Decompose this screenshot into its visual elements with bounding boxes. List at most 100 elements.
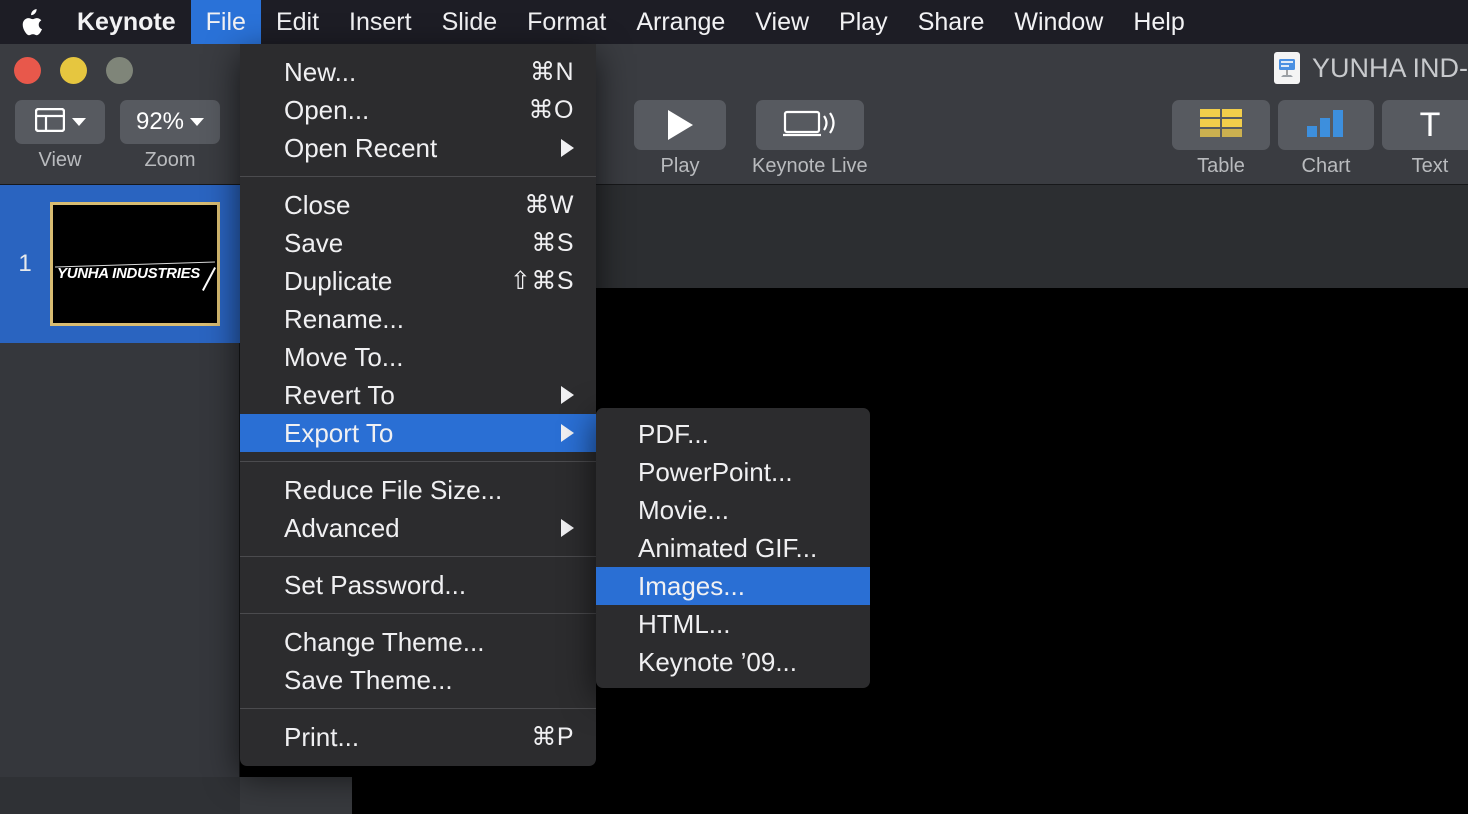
keynote-live-label: Keynote Live <box>752 155 868 177</box>
menu-item-label: HTML... <box>638 608 731 639</box>
play-control: Play <box>634 100 726 176</box>
menu-item-label: Revert To <box>284 379 395 410</box>
menu-item-new[interactable]: New... ⌘N <box>240 53 596 91</box>
chart-button[interactable] <box>1278 100 1374 150</box>
chart-control: Chart <box>1278 100 1374 176</box>
submenu-item-movie[interactable]: Movie... <box>596 491 870 529</box>
slide-preview[interactable]: YUNHA INDUSTRIES <box>50 202 220 326</box>
menu-separator <box>240 556 596 557</box>
submenu-item-pdf[interactable]: PDF... <box>596 415 870 453</box>
submenu-item-powerpoint[interactable]: PowerPoint... <box>596 453 870 491</box>
keynote-live-button[interactable] <box>755 100 864 150</box>
menu-item-change-theme[interactable]: Change Theme... <box>240 623 596 661</box>
menu-edit[interactable]: Edit <box>261 0 334 44</box>
navigator-footer <box>0 777 240 814</box>
menu-item-label: Save Theme... <box>284 664 453 695</box>
zoom-label: Zoom <box>144 149 196 171</box>
layout-panels-icon <box>34 107 65 137</box>
menu-item-label: Movie... <box>638 494 730 525</box>
menu-item-label: Images... <box>638 570 745 601</box>
minimize-button[interactable] <box>60 57 87 84</box>
menu-item-open[interactable]: Open... ⌘O <box>240 91 596 129</box>
menu-item-label: Duplicate <box>284 265 393 296</box>
menu-item-revert-to[interactable]: Revert To <box>240 376 596 414</box>
menu-separator <box>240 176 596 177</box>
menu-item-label: Keynote ’09... <box>638 646 797 677</box>
menu-separator <box>240 708 596 709</box>
table-grid-icon <box>1199 108 1243 143</box>
menu-item-label: PowerPoint... <box>638 456 793 487</box>
menu-share[interactable]: Share <box>903 0 1000 44</box>
menu-item-move-to[interactable]: Move To... <box>240 338 596 376</box>
menu-item-label: Advanced <box>284 512 400 543</box>
text-t-icon: T <box>1419 105 1441 144</box>
menu-file[interactable]: File <box>190 0 261 44</box>
menu-insert[interactable]: Insert <box>334 0 427 44</box>
zoom-button[interactable]: 92% <box>120 100 220 144</box>
document-title[interactable]: YUNHA IND- <box>1273 52 1468 84</box>
menu-window[interactable]: Window <box>999 0 1118 44</box>
menu-item-save[interactable]: Save ⌘S <box>240 224 596 262</box>
submenu-arrow-icon <box>561 424 574 442</box>
play-triangle-icon <box>667 110 693 140</box>
table-button[interactable] <box>1172 100 1270 150</box>
menu-item-shortcut: ⌘S <box>531 229 574 257</box>
menu-item-duplicate[interactable]: Duplicate ⇧⌘S <box>240 262 596 300</box>
menu-format[interactable]: Format <box>512 0 621 44</box>
play-button[interactable] <box>634 100 726 150</box>
menu-item-label: Set Password... <box>284 569 467 600</box>
menu-arrange[interactable]: Arrange <box>621 0 740 44</box>
menu-item-export-to[interactable]: Export To <box>240 414 596 452</box>
file-dropdown-menu[interactable]: New... ⌘N Open... ⌘O Open Recent Close ⌘… <box>240 44 596 766</box>
menu-item-rename[interactable]: Rename... <box>240 300 596 338</box>
menu-item-label: Save <box>284 227 344 258</box>
submenu-item-keynote-09[interactable]: Keynote ’09... <box>596 643 870 681</box>
menu-bar: Keynote File Edit Insert Slide Format Ar… <box>0 0 1468 44</box>
submenu-item-images[interactable]: Images... <box>596 567 870 605</box>
menu-item-reduce-file-size[interactable]: Reduce File Size... <box>240 471 596 509</box>
submenu-item-animated-gif[interactable]: Animated GIF... <box>596 529 870 567</box>
submenu-item-html[interactable]: HTML... <box>596 605 870 643</box>
display-broadcast-icon <box>782 108 837 143</box>
export-to-submenu[interactable]: PDF... PowerPoint... Movie... Animated G… <box>596 408 870 688</box>
apple-logo-icon[interactable] <box>0 0 62 44</box>
menu-help[interactable]: Help <box>1118 0 1199 44</box>
menu-play[interactable]: Play <box>824 0 903 44</box>
maximize-button[interactable] <box>106 57 133 84</box>
text-control: T Text <box>1382 100 1468 176</box>
menu-item-shortcut: ⌘P <box>531 723 574 751</box>
menu-view[interactable]: View <box>740 0 824 44</box>
slide-title-text: YUNHA INDUSTRIES <box>57 265 200 282</box>
view-control: View <box>15 100 105 170</box>
close-button[interactable] <box>14 57 41 84</box>
menu-item-shortcut: ⇧⌘S <box>509 267 574 295</box>
menu-separator <box>240 613 596 614</box>
view-button[interactable] <box>15 100 105 144</box>
menu-item-open-recent[interactable]: Open Recent <box>240 129 596 167</box>
submenu-arrow-icon <box>561 139 574 157</box>
menu-item-save-theme[interactable]: Save Theme... <box>240 661 596 699</box>
menu-slide[interactable]: Slide <box>427 0 513 44</box>
slide-navigator[interactable]: 1 YUNHA INDUSTRIES <box>0 185 240 814</box>
chevron-down-icon <box>190 118 205 126</box>
canvas-footer-strip <box>240 777 352 814</box>
menu-item-label: Print... <box>284 721 360 752</box>
menu-item-set-password[interactable]: Set Password... <box>240 566 596 604</box>
submenu-arrow-icon <box>561 519 574 537</box>
menu-item-label: Change Theme... <box>284 626 485 657</box>
menu-item-print[interactable]: Print... ⌘P <box>240 718 596 756</box>
menu-item-label: Rename... <box>284 303 404 334</box>
menu-item-label: New... <box>284 56 357 87</box>
menu-keynote[interactable]: Keynote <box>62 0 191 44</box>
slide-thumbnail-item[interactable]: 1 YUNHA INDUSTRIES <box>0 185 240 343</box>
menu-item-close[interactable]: Close ⌘W <box>240 186 596 224</box>
menu-item-label: PDF... <box>638 418 709 449</box>
text-label: Text <box>1411 155 1449 177</box>
menu-separator <box>240 461 596 462</box>
menu-item-label: Close <box>284 189 351 220</box>
text-button[interactable]: T <box>1382 100 1468 150</box>
toolbar: View 92% Zoom Play Keynote Live Table Ch… <box>0 44 1468 185</box>
window-controls <box>14 57 133 84</box>
menu-item-advanced[interactable]: Advanced <box>240 509 596 547</box>
menu-item-label: Export To <box>284 417 394 448</box>
